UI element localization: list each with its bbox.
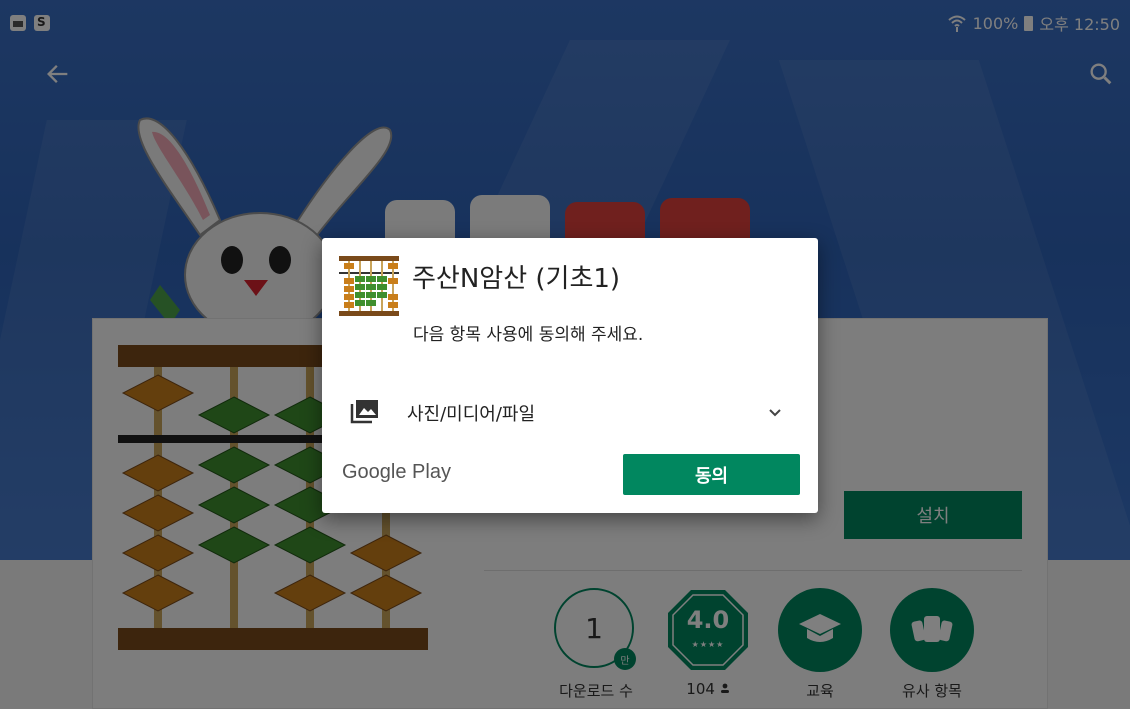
permission-dialog: 주산N암산 (기초1) 다음 항목 사용에 동의해 주세요. 사진/미디어/파일… [322,238,818,513]
google-play-brand: Google Play [342,461,451,483]
chevron-down-icon[interactable] [763,400,787,424]
dialog-app-name: 주산N암산 (기초1) [412,264,621,294]
screen: 100% 오후 12:50 [0,0,1130,709]
accept-button[interactable]: 동의 [623,454,800,495]
photo-media-icon [350,400,378,424]
permission-label: 사진/미디어/파일 [407,404,536,425]
permission-row-media[interactable]: 사진/미디어/파일 [322,388,818,436]
dialog-subtitle: 다음 항목 사용에 동의해 주세요. [413,325,644,345]
abacus-app-icon [339,256,399,316]
